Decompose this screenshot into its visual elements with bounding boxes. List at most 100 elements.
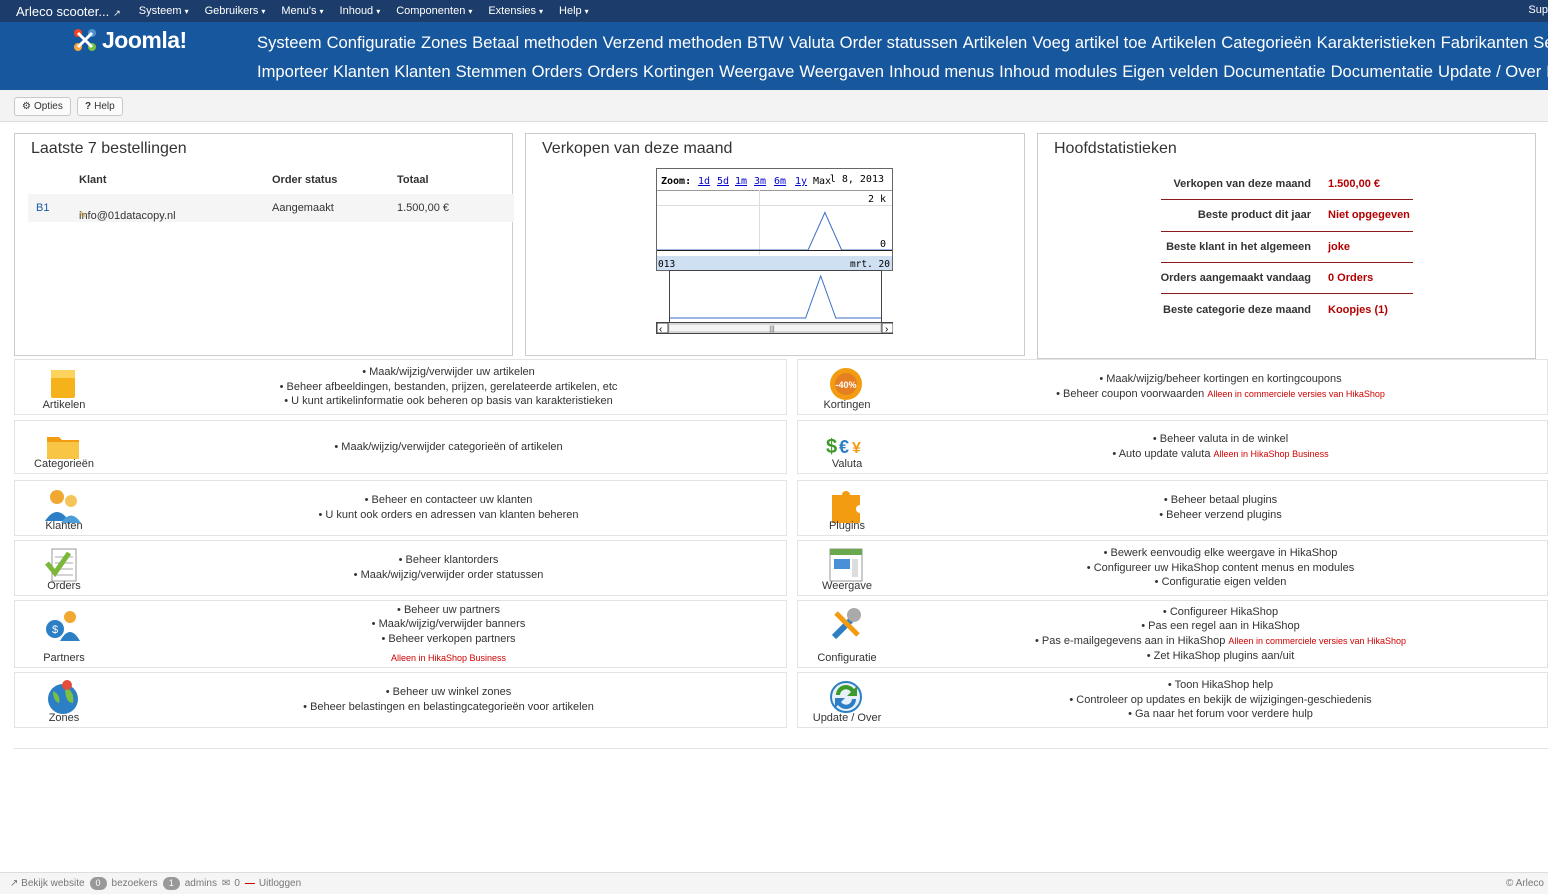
description-text: Pas e-mailgegevens aan in HikaShop <box>1041 635 1226 647</box>
component-nav-link[interactable]: Verzend methoden <box>603 33 742 52</box>
component-nav-row-2: Importeer Klanten Klanten Stemmen Orders Orde… <box>257 57 1548 86</box>
refresh-icon[interactable] <box>826 677 866 717</box>
logout-link[interactable]: Uitloggen <box>259 878 301 889</box>
zoom-option-1m[interactable]: 1m <box>735 176 747 187</box>
status-footer: ↗ Bekijk website 0 bezoekers 1 admins ✉ … <box>0 872 1548 894</box>
help-button[interactable]: ? Help <box>77 97 123 116</box>
component-nav-link[interactable]: Order statussen <box>840 33 958 52</box>
site-link[interactable]: Arleco scooter... ↗ <box>0 4 131 19</box>
order-link[interactable]: B1 <box>36 202 49 214</box>
tile-label[interactable]: Klanten <box>15 520 113 532</box>
component-nav-link[interactable]: Fabrikanten <box>1441 33 1529 52</box>
options-button[interactable]: ⚙ Opties <box>14 97 71 116</box>
user-menu[interactable]: Sup <box>1528 4 1548 16</box>
component-nav-link[interactable]: Stemmen <box>456 62 527 81</box>
component-nav-link[interactable]: Configuratie <box>327 33 416 52</box>
dashboard-tile[interactable]: $ € ¥ Valuta • Beheer valuta in de winkel • A… <box>797 420 1548 474</box>
dashboard-tile[interactable]: Artikelen • Maak/wijzig/verwijder uw arti… <box>14 359 787 415</box>
description-line: • Beheer uw winkel zones <box>386 685 512 700</box>
component-nav-link[interactable]: Orders <box>532 62 583 81</box>
dashboard-tile[interactable]: Categorieën • Maak/wijzig/verwijder categ… <box>14 420 787 474</box>
tile-label[interactable]: Zones <box>15 712 113 724</box>
tile-label[interactable]: Kortingen <box>798 399 896 411</box>
dashboard-tile[interactable]: Configuratie • Configureer HikaShop • Pas … <box>797 600 1548 668</box>
discount-badge-icon[interactable]: -40% <box>826 364 866 404</box>
pencil-icon[interactable]: ✎ <box>79 210 87 221</box>
component-nav-link[interactable]: Eigen velden <box>1122 62 1218 81</box>
globe-icon[interactable] <box>43 677 83 717</box>
zoom-option-1d[interactable]: 1d <box>698 176 710 187</box>
zoom-option-1y[interactable]: 1y <box>795 176 807 187</box>
tools-icon[interactable] <box>826 605 866 645</box>
component-nav-link[interactable]: Series <box>1533 33 1548 52</box>
bullet: • <box>1152 433 1160 446</box>
component-nav-link[interactable]: Valuta <box>789 33 835 52</box>
component-nav-link[interactable]: Weergave <box>719 62 794 81</box>
dashboard-tile[interactable]: Update / Over • Toon HikaShop help • Contr… <box>797 672 1548 728</box>
bullet: • <box>364 494 372 507</box>
tile-label[interactable]: Orders <box>15 580 113 592</box>
menu-inhoud[interactable]: Inhoud ▾ <box>332 5 389 17</box>
box-icon[interactable] <box>43 364 83 404</box>
component-nav-link[interactable]: Systeem <box>257 33 322 52</box>
component-nav-link[interactable]: Voeg artikel toe <box>1032 33 1146 52</box>
external-link-icon: ↗ <box>113 7 121 18</box>
menu-help[interactable]: Help ▾ <box>551 5 597 17</box>
scroll-thumb[interactable] <box>668 323 882 333</box>
component-nav-link[interactable]: Documentatie <box>1223 62 1325 81</box>
users-icon[interactable] <box>43 485 83 525</box>
component-nav-link[interactable]: Inhoud modules <box>999 62 1117 81</box>
component-nav-link[interactable]: Documentatie <box>1331 62 1433 81</box>
tile-label[interactable]: Configuratie <box>798 652 896 664</box>
component-nav-link[interactable]: Betaal methoden <box>472 33 597 52</box>
component-nav-link[interactable]: Artikelen <box>1152 33 1217 52</box>
menu-extensies[interactable]: Extensies ▾ <box>480 5 551 17</box>
component-nav-link[interactable]: Orders <box>587 62 638 81</box>
menu-systeem[interactable]: Systeem ▾ <box>131 5 197 17</box>
tile-label[interactable]: Weergave <box>798 580 896 592</box>
admins-label: admins <box>184 878 217 889</box>
component-nav-link[interactable]: Klanten <box>333 62 389 81</box>
component-nav-link[interactable]: Klanten <box>394 62 450 81</box>
tile-label[interactable]: Categorieën <box>15 458 113 470</box>
component-nav-link[interactable]: Kortingen <box>643 62 714 81</box>
zoom-option-6m[interactable]: 6m <box>774 176 786 187</box>
component-nav-link[interactable]: Update / Over <box>1438 62 1541 81</box>
dashboard-tile[interactable]: Klanten • Beheer en contacteer uw klanten… <box>14 480 787 536</box>
view-site-link[interactable]: ↗ Bekijk website <box>10 878 85 889</box>
dashboard-tile[interactable]: Weergave • Bewerk eenvoudig elke weergave… <box>797 540 1548 596</box>
zoom-option-3m[interactable]: 3m <box>754 176 766 187</box>
svg-text:$: $ <box>826 436 837 458</box>
description-text: Configureer uw HikaShop content menus en… <box>1093 561 1355 574</box>
tile-label[interactable]: Artikelen <box>15 399 113 411</box>
component-nav-link[interactable]: Karakteristieken <box>1317 33 1436 52</box>
tile-label[interactable]: Partners <box>15 652 113 664</box>
zoom-option-5d[interactable]: 5d <box>717 176 729 187</box>
dashboard-tile[interactable]: Zones • Beheer uw winkel zones • Beheer be… <box>14 672 787 728</box>
component-nav-link[interactable]: Weergaven <box>799 62 884 81</box>
component-nav-link[interactable]: Categorieën <box>1221 33 1311 52</box>
dashboard-tile[interactable]: $ Partners • Beheer uw partners • Maak/wijz… <box>14 600 787 668</box>
dashboard-tile[interactable]: Plugins • Beheer betaal plugins • Beheer v… <box>797 480 1548 536</box>
tile-label[interactable]: Plugins <box>798 520 896 532</box>
checklist-icon[interactable] <box>43 545 83 585</box>
window-layout-icon[interactable] <box>826 545 866 585</box>
puzzle-icon[interactable] <box>826 485 866 525</box>
tile-label[interactable]: Valuta <box>798 458 896 470</box>
dashboard-tile[interactable]: Orders • Beheer klantorders • Maak/wijzig/… <box>14 540 787 596</box>
menu-componenten[interactable]: Componenten ▾ <box>388 5 480 17</box>
dashboard-tile[interactable]: -40% Kortingen • Maak/wijzig/beheer kortin… <box>797 359 1548 415</box>
navigator[interactable] <box>669 270 882 323</box>
partner-money-icon[interactable]: $ <box>43 605 83 645</box>
component-nav-link[interactable]: Zones <box>421 33 467 52</box>
component-nav-link[interactable]: BTW <box>747 33 784 52</box>
tile-label[interactable]: Update / Over <box>798 712 896 724</box>
component-nav-link[interactable]: Artikelen <box>963 33 1028 52</box>
component-nav-link[interactable]: Importeer <box>257 62 328 81</box>
bullet: • <box>385 686 393 699</box>
admins-badge: 1 <box>162 877 180 890</box>
zoom-option-Max[interactable]: Max <box>813 176 831 187</box>
component-nav-link[interactable]: Inhoud menus <box>889 62 994 81</box>
menu-gebruikers[interactable]: Gebruikers ▾ <box>197 5 274 17</box>
menu-menus[interactable]: Menu's ▾ <box>273 5 331 17</box>
